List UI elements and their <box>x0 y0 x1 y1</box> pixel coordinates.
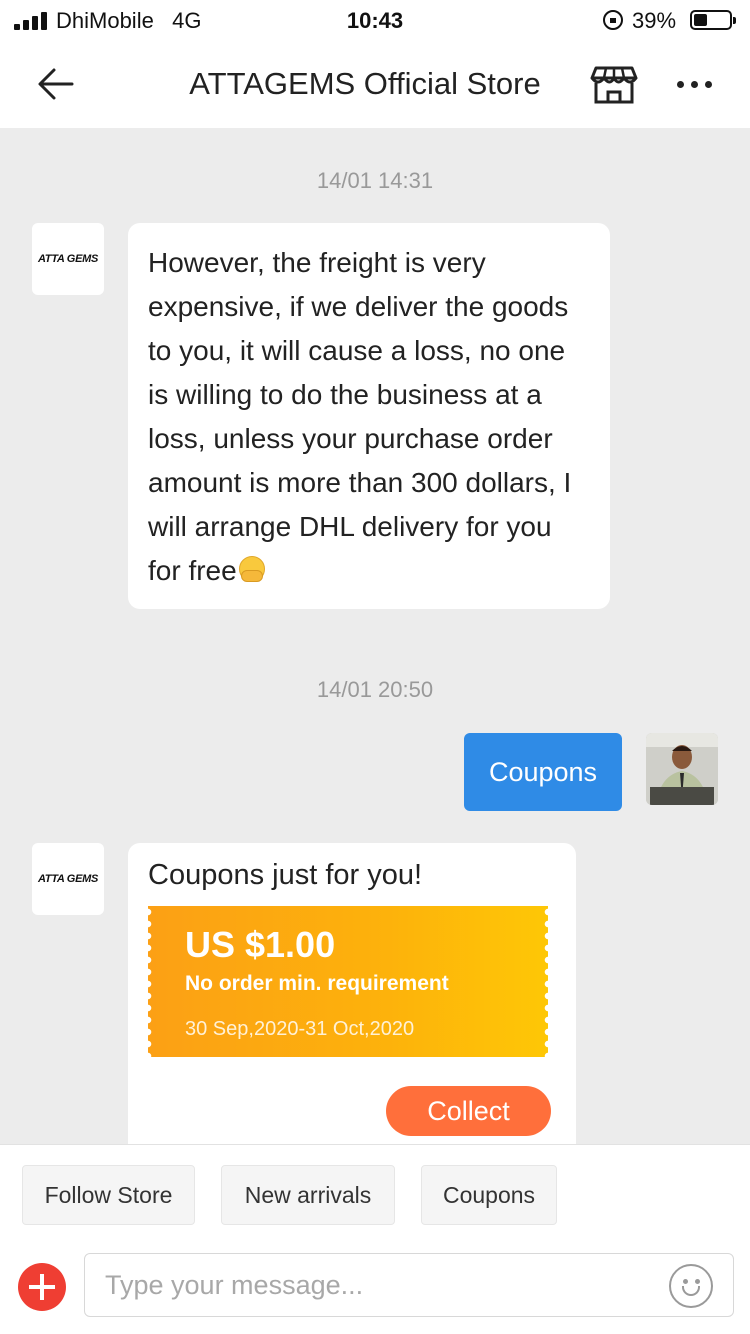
coupon-validity-dates: 30 Sep,2020-31 Oct,2020 <box>185 1018 415 1040</box>
battery-percent: 39% <box>632 8 677 33</box>
quick-reply-coupons[interactable]: Coupons <box>421 1165 557 1225</box>
store-avatar[interactable]: ATTA GEMS <box>32 843 104 915</box>
page-title: ATTAGEMS Official Store <box>189 66 541 101</box>
coupon-requirement: No order min. requirement <box>185 972 449 995</box>
coupon-card-title: Coupons just for you! <box>148 859 423 891</box>
message-input[interactable] <box>105 1254 665 1316</box>
battery-icon <box>690 10 736 30</box>
storefront-icon <box>590 66 638 104</box>
more-dots-icon <box>677 81 684 88</box>
quick-reply-follow-store[interactable]: Follow Store <box>22 1165 195 1225</box>
store-logo: ATTA GEMS <box>37 873 99 885</box>
back-arrow-icon <box>38 68 74 100</box>
message-timestamp: 14/01 20:50 <box>316 677 434 702</box>
message-input-box[interactable] <box>84 1253 734 1317</box>
user-avatar[interactable] <box>646 733 718 805</box>
add-attachment-button[interactable] <box>18 1263 66 1311</box>
store-logo: ATTA GEMS <box>37 253 99 265</box>
quick-reply-new-arrivals[interactable]: New arrivals <box>221 1165 395 1225</box>
rotation-lock-icon <box>603 10 623 30</box>
message-text: However, the freight is very expensive, … <box>148 247 572 586</box>
coupon-amount: US $1.00 <box>185 924 336 965</box>
more-options-button[interactable] <box>672 74 716 94</box>
message-timestamp: 14/01 14:31 <box>316 168 434 193</box>
chat-area[interactable]: 14/01 14:31 ATTA GEMS However, the freig… <box>0 128 750 1144</box>
emoji-button[interactable] <box>669 1264 713 1308</box>
user-message-bubble: Coupons <box>464 733 622 811</box>
smiley-icon <box>683 1279 688 1284</box>
hugging-face-icon <box>237 556 267 584</box>
store-avatar[interactable]: ATTA GEMS <box>32 223 104 295</box>
back-button[interactable] <box>34 62 78 106</box>
user-photo <box>646 733 718 805</box>
store-button[interactable] <box>590 64 638 106</box>
coupon-ticket[interactable]: US $1.00 No order min. requirement 30 Se… <box>143 906 553 1057</box>
collect-button[interactable]: Collect <box>386 1086 551 1136</box>
composer-area: Follow Store New arrivals Coupons <box>0 1144 750 1334</box>
chat-header: ATTAGEMS Official Store <box>0 40 750 128</box>
store-message-bubble: However, the freight is very expensive, … <box>128 223 610 609</box>
status-bar: DhiMobile 4G 10:43 39% <box>0 0 750 40</box>
